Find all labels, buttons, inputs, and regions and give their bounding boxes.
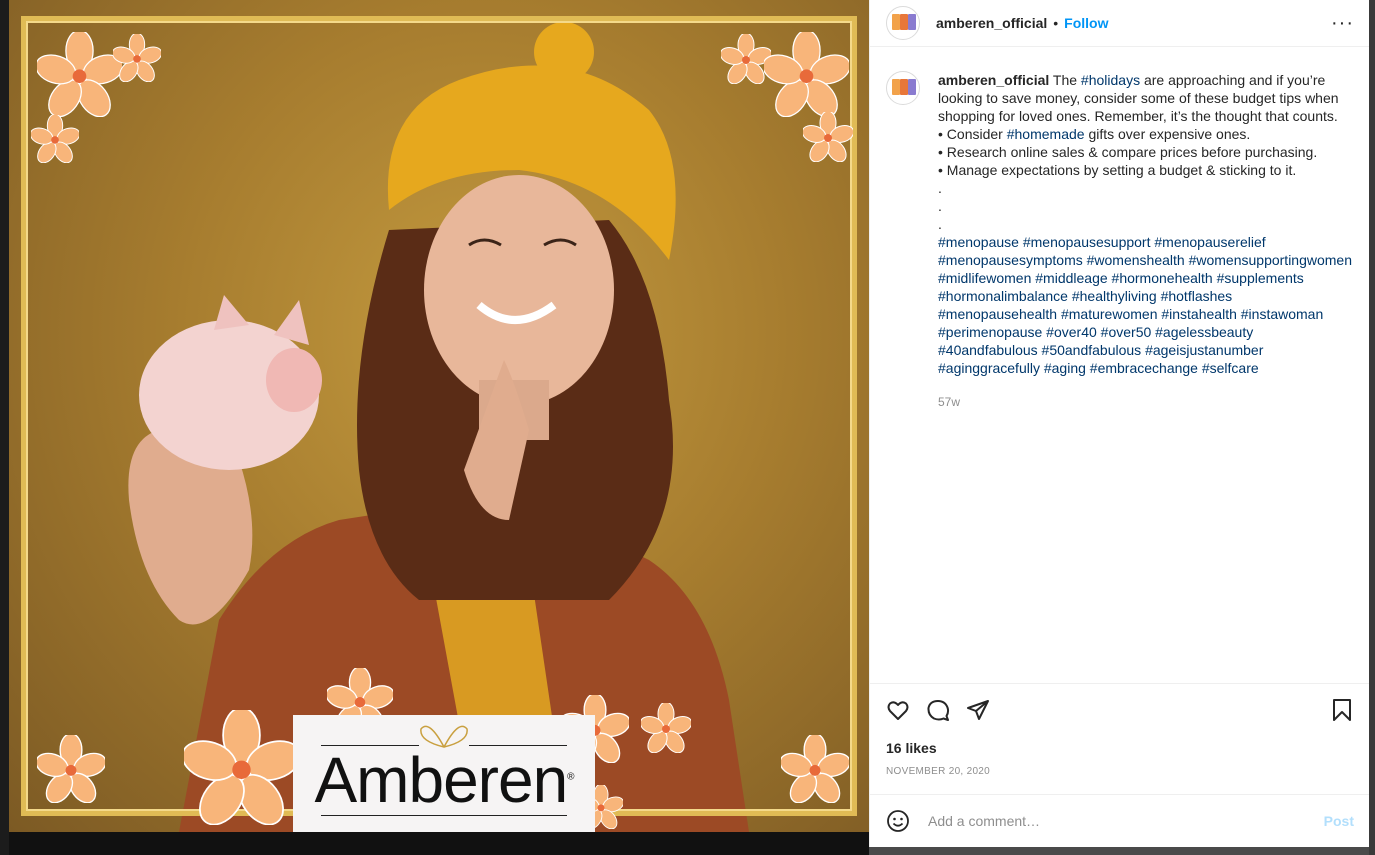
username-link[interactable]: amberen_official bbox=[936, 15, 1047, 31]
flower-decoration bbox=[803, 112, 853, 162]
hashtag-link[interactable]: #holidays bbox=[1081, 72, 1140, 88]
logo-rule-bottom bbox=[321, 815, 567, 816]
action-bar bbox=[870, 683, 1370, 735]
flower-decoration bbox=[37, 32, 122, 117]
flower-decoration bbox=[37, 735, 105, 803]
gold-frame bbox=[21, 16, 857, 816]
caption-dot: . bbox=[938, 198, 942, 214]
follow-button[interactable]: Follow bbox=[1064, 15, 1108, 31]
hashtag-list[interactable]: #menopause #menopausesupport #menopauser… bbox=[938, 233, 1354, 377]
caption-intro-before: The bbox=[1052, 72, 1078, 88]
post-details-panel: amberen_official • Follow ··· amberen_of… bbox=[869, 0, 1370, 847]
ellipsis-icon[interactable]: ··· bbox=[1331, 12, 1354, 35]
likes-count[interactable]: 16 likes bbox=[886, 740, 937, 756]
post-time-ago[interactable]: 57w bbox=[938, 393, 1354, 411]
flower-decoration bbox=[184, 710, 299, 825]
right-window-edge bbox=[1369, 0, 1375, 855]
separator-dot: • bbox=[1053, 15, 1059, 31]
post-header: amberen_official • Follow ··· bbox=[870, 0, 1370, 47]
flower-decoration bbox=[641, 703, 691, 753]
bullet-3: • Manage expectations by setting a budge… bbox=[938, 162, 1297, 178]
comment-bubble-icon[interactable] bbox=[926, 698, 950, 722]
heart-icon[interactable] bbox=[886, 698, 910, 722]
paper-plane-icon[interactable] bbox=[966, 698, 990, 722]
caption-dot: . bbox=[938, 180, 942, 196]
flower-decoration bbox=[31, 115, 79, 163]
bookmark-icon[interactable] bbox=[1330, 698, 1354, 722]
amberen-logo: Amberen® bbox=[293, 715, 595, 832]
logo-rule-right bbox=[469, 745, 567, 746]
logo-rule-left bbox=[321, 745, 419, 746]
bullet-1-before: • Consider bbox=[938, 126, 1003, 142]
post-date: NOVEMBER 20, 2020 bbox=[886, 766, 991, 777]
left-window-edge bbox=[0, 0, 9, 855]
bullet-1-after: gifts over expensive ones. bbox=[1088, 126, 1251, 142]
post-comment-button[interactable]: Post bbox=[1324, 813, 1354, 829]
avatar[interactable] bbox=[886, 71, 920, 105]
caption-username[interactable]: amberen_official bbox=[938, 72, 1049, 88]
emoji-icon[interactable] bbox=[886, 809, 910, 833]
caption-dot: . bbox=[938, 216, 942, 232]
logo-wordmark: Amberen® bbox=[314, 743, 574, 816]
hashtag-link[interactable]: #homemade bbox=[1007, 126, 1085, 142]
flower-decoration bbox=[113, 34, 161, 82]
caption-text: amberen_official The #holidays are appro… bbox=[938, 71, 1354, 411]
avatar[interactable] bbox=[886, 6, 920, 40]
bullet-2: • Research online sales & compare prices… bbox=[938, 144, 1318, 160]
flower-decoration bbox=[764, 32, 849, 117]
bottom-window-edge bbox=[9, 832, 869, 855]
post-image[interactable]: Amberen® bbox=[9, 0, 869, 832]
caption-section: amberen_official The #holidays are appro… bbox=[870, 47, 1370, 411]
flower-decoration bbox=[781, 735, 849, 803]
comment-bar: Post bbox=[870, 794, 1370, 847]
comment-input[interactable] bbox=[926, 812, 1324, 830]
butterfly-icon bbox=[420, 725, 468, 748]
